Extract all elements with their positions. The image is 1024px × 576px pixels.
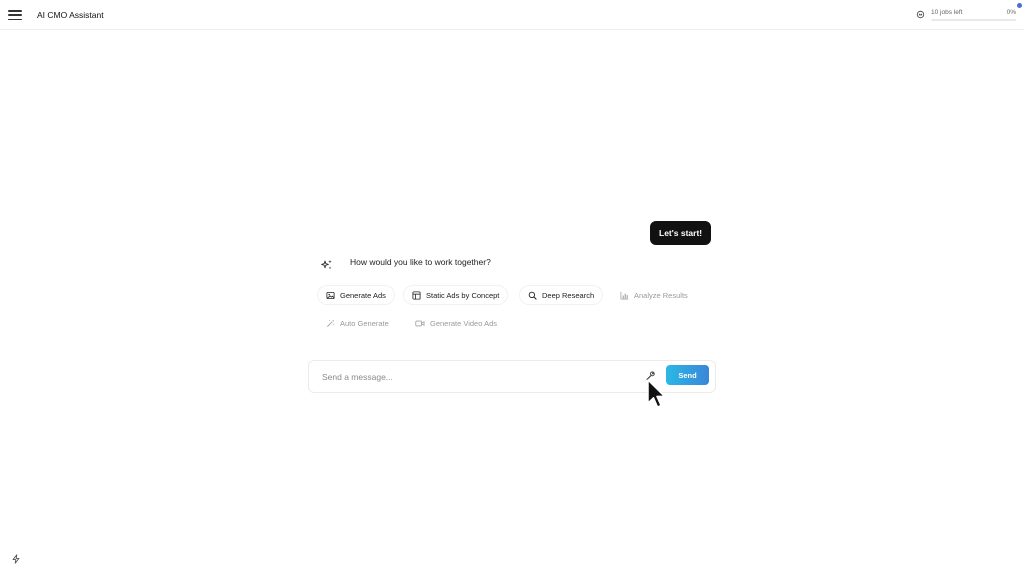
jobs-left-label: 10 jobs left [931, 9, 963, 16]
option-auto-generate[interactable]: Auto Generate [318, 314, 397, 332]
send-button[interactable]: Send [666, 365, 709, 385]
message-input[interactable] [322, 369, 632, 385]
option-analyze-results[interactable]: Analyze Results [612, 286, 696, 304]
option-label: Generate Video Ads [430, 318, 497, 328]
option-generate-ads[interactable]: Generate Ads [318, 286, 394, 304]
option-deep-research[interactable]: Deep Research [520, 286, 603, 304]
search-icon [528, 291, 537, 300]
magic-wand-icon [327, 319, 335, 327]
sparkles-icon [321, 260, 332, 270]
crown-icon [916, 10, 925, 19]
option-label: Analyze Results [634, 290, 688, 300]
option-label: Deep Research [542, 290, 595, 300]
notification-dot [1017, 3, 1022, 8]
assistant-message-text: How would you like to work together? [350, 257, 491, 267]
jobs-progress-bar [931, 19, 1016, 21]
user-message-bubble: Let's start! [650, 221, 712, 245]
lightning-icon[interactable] [9, 552, 23, 566]
image-icon [326, 291, 335, 299]
mouse-cursor-icon [647, 379, 666, 408]
top-bar: AI CMO Assistant 10 jobs left 0% [0, 0, 1024, 30]
option-static-ads-by-concept[interactable]: Static Ads by Concept [404, 286, 508, 304]
video-icon [415, 320, 425, 326]
option-label: Auto Generate [340, 318, 389, 328]
app-title: AI CMO Assistant [37, 10, 104, 20]
menu-icon[interactable] [8, 8, 22, 22]
assistant-avatar [318, 256, 336, 274]
bar-chart-icon [620, 291, 629, 300]
option-label: Static Ads by Concept [426, 290, 500, 300]
option-label: Generate Ads [340, 290, 386, 300]
jobs-percent-label: 0% [1006, 9, 1016, 16]
user-message-text: Let's start! [659, 228, 703, 238]
layout-icon [412, 290, 421, 300]
option-generate-video-ads[interactable]: Generate Video Ads [407, 314, 505, 332]
